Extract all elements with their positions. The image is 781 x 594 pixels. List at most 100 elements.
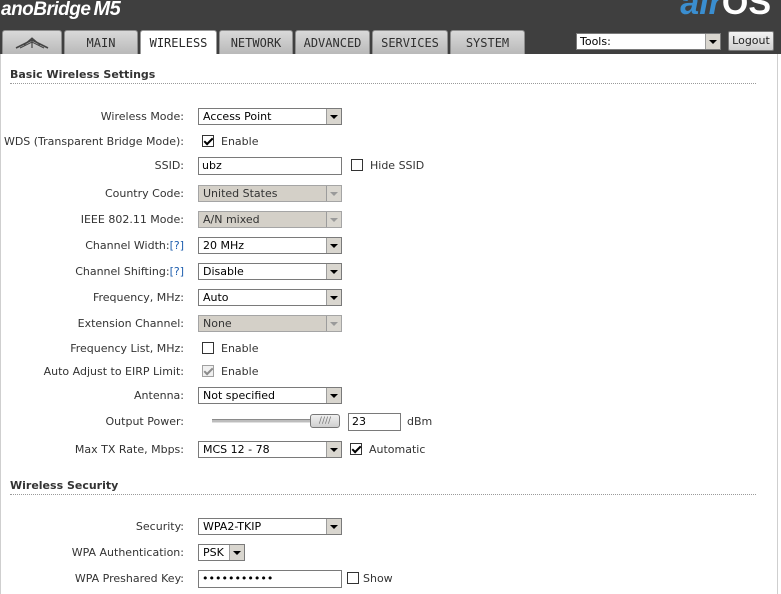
- antenna-value: Not specified: [203, 389, 276, 402]
- hide-ssid-label: Hide SSID: [370, 159, 425, 172]
- output-power-slider-handle[interactable]: ////: [310, 414, 340, 428]
- ubiquiti-logo-icon: [15, 36, 49, 49]
- tab-services[interactable]: SERVICES: [372, 30, 448, 54]
- channel-width-help-link[interactable]: [?]: [170, 239, 184, 252]
- frequency-value: Auto: [203, 291, 229, 304]
- ieee-mode-select: A/N mixed: [198, 211, 342, 228]
- max-tx-automatic-checkbox[interactable]: [350, 443, 362, 455]
- chevron-down-icon: [229, 545, 244, 560]
- chevron-down-icon: [326, 290, 341, 305]
- label-extension-channel: Extension Channel:: [77, 317, 184, 330]
- tab-main[interactable]: MAIN: [64, 30, 138, 54]
- max-tx-rate-select[interactable]: MCS 12 - 78: [198, 441, 342, 458]
- label-frequency-list: Frequency List, MHz:: [70, 342, 184, 355]
- chevron-down-icon: [326, 264, 341, 279]
- channel-shifting-value: Disable: [203, 265, 244, 278]
- wireless-mode-value: Access Point: [203, 110, 272, 123]
- label-ssid: SSID:: [154, 159, 184, 172]
- row-country-code: Country Code: United States: [1, 185, 771, 203]
- row-extension-channel: Extension Channel: None: [1, 315, 771, 333]
- row-wds: WDS (Transparent Bridge Mode): Enable: [1, 133, 771, 151]
- channel-width-value: 20 MHz: [203, 239, 245, 252]
- wpa-authentication-value: PSK: [203, 546, 224, 559]
- frequency-list-checkbox[interactable]: [202, 342, 214, 354]
- output-power-input[interactable]: 23: [348, 413, 401, 431]
- tab-network[interactable]: NETWORK: [219, 30, 293, 54]
- security-select[interactable]: WPA2-TKIP: [198, 518, 342, 535]
- label-eirp-limit: Auto Adjust to EIRP Limit:: [43, 365, 184, 378]
- channel-shifting-label-text: Channel Shifting:: [75, 265, 170, 278]
- row-channel-shifting: Channel Shifting:[?] Disable: [1, 263, 771, 281]
- show-key-label: Show: [363, 572, 393, 585]
- label-channel-shifting: Channel Shifting:[?]: [75, 265, 184, 278]
- label-max-tx-rate: Max TX Rate, Mbps:: [74, 443, 184, 456]
- row-security: Security: WPA2-TKIP: [1, 518, 771, 536]
- chevron-down-icon: [326, 186, 341, 201]
- wds-enable-checkbox[interactable]: [202, 135, 214, 147]
- wpa-authentication-select[interactable]: PSK: [198, 544, 245, 561]
- airos-logo-air: air: [680, 0, 722, 22]
- tab-system[interactable]: SYSTEM: [450, 30, 525, 54]
- show-key-checkbox[interactable]: [347, 572, 359, 584]
- wireless-settings-panel: Basic Wireless Settings Wireless Mode: A…: [0, 54, 778, 594]
- frequency-select[interactable]: Auto: [198, 289, 342, 306]
- row-ieee-mode: IEEE 802.11 Mode: A/N mixed: [1, 211, 771, 229]
- channel-width-select[interactable]: 20 MHz: [198, 237, 342, 254]
- label-frequency: Frequency, MHz:: [92, 291, 184, 304]
- extension-channel-select: None: [198, 315, 342, 332]
- label-security: Security:: [135, 520, 184, 533]
- brand-name: anoBridge: [1, 0, 91, 20]
- chevron-down-icon: [326, 442, 341, 457]
- label-output-power: Output Power:: [105, 415, 184, 428]
- wpa-preshared-key-input[interactable]: •••••••••••: [198, 570, 342, 588]
- label-wpa-authentication: WPA Authentication:: [71, 546, 184, 559]
- tab-ubiquiti-logo[interactable]: [2, 30, 62, 54]
- channel-shifting-help-link[interactable]: [?]: [170, 265, 184, 278]
- antenna-select[interactable]: Not specified: [198, 387, 342, 404]
- label-wpa-preshared-key: WPA Preshared Key:: [74, 572, 184, 585]
- tab-wireless[interactable]: WIRELESS: [140, 30, 217, 55]
- chevron-down-icon: [326, 388, 341, 403]
- output-power-unit: dBm: [407, 415, 433, 428]
- row-max-tx-rate: Max TX Rate, Mbps: MCS 12 - 78 Automatic: [1, 441, 771, 459]
- row-wireless-mode: Wireless Mode: Access Point: [1, 108, 771, 126]
- ieee-mode-value: A/N mixed: [203, 213, 260, 226]
- max-tx-automatic-label: Automatic: [369, 443, 426, 456]
- country-code-value: United States: [203, 187, 278, 200]
- label-country-code: Country Code:: [104, 187, 184, 200]
- airos-logo-os: OS: [721, 0, 771, 22]
- output-power-slider[interactable]: ////: [212, 414, 340, 428]
- tab-advanced[interactable]: ADVANCED: [295, 30, 370, 54]
- row-frequency-list: Frequency List, MHz: Enable: [1, 340, 771, 358]
- row-ssid: SSID: ubz Hide SSID: [1, 157, 771, 175]
- chevron-down-icon: [705, 34, 720, 49]
- channel-width-label-text: Channel Width:: [85, 239, 170, 252]
- section-title-basic: Basic Wireless Settings: [10, 68, 756, 84]
- hide-ssid-checkbox[interactable]: [351, 159, 363, 171]
- extension-channel-value: None: [203, 317, 232, 330]
- wireless-mode-select[interactable]: Access Point: [198, 108, 342, 125]
- chevron-down-icon: [326, 212, 341, 227]
- airos-logo: airOS: [680, 0, 771, 20]
- label-channel-width: Channel Width:[?]: [85, 239, 184, 252]
- row-frequency: Frequency, MHz: Auto: [1, 289, 771, 307]
- section-title-security: Wireless Security: [10, 479, 756, 495]
- eirp-limit-checkbox: [202, 365, 214, 377]
- label-antenna: Antenna:: [134, 389, 184, 402]
- row-channel-width: Channel Width:[?] 20 MHz: [1, 237, 771, 255]
- country-code-select: United States: [198, 185, 342, 202]
- label-wireless-mode: Wireless Mode:: [100, 110, 184, 123]
- security-value: WPA2-TKIP: [203, 520, 262, 533]
- label-ieee-mode: IEEE 802.11 Mode:: [80, 213, 184, 226]
- tools-dropdown[interactable]: Tools:: [576, 33, 721, 50]
- logout-button[interactable]: Logout: [728, 31, 774, 51]
- ssid-input[interactable]: ubz: [198, 157, 342, 175]
- max-tx-rate-value: MCS 12 - 78: [203, 443, 270, 456]
- row-output-power: Output Power: //// 23 dBm: [1, 413, 771, 431]
- chevron-down-icon: [326, 519, 341, 534]
- frequency-list-enable-label: Enable: [221, 342, 259, 355]
- chevron-down-icon: [326, 316, 341, 331]
- channel-shifting-select[interactable]: Disable: [198, 263, 342, 280]
- chevron-down-icon: [326, 109, 341, 124]
- tools-dropdown-value: Tools:: [580, 35, 611, 48]
